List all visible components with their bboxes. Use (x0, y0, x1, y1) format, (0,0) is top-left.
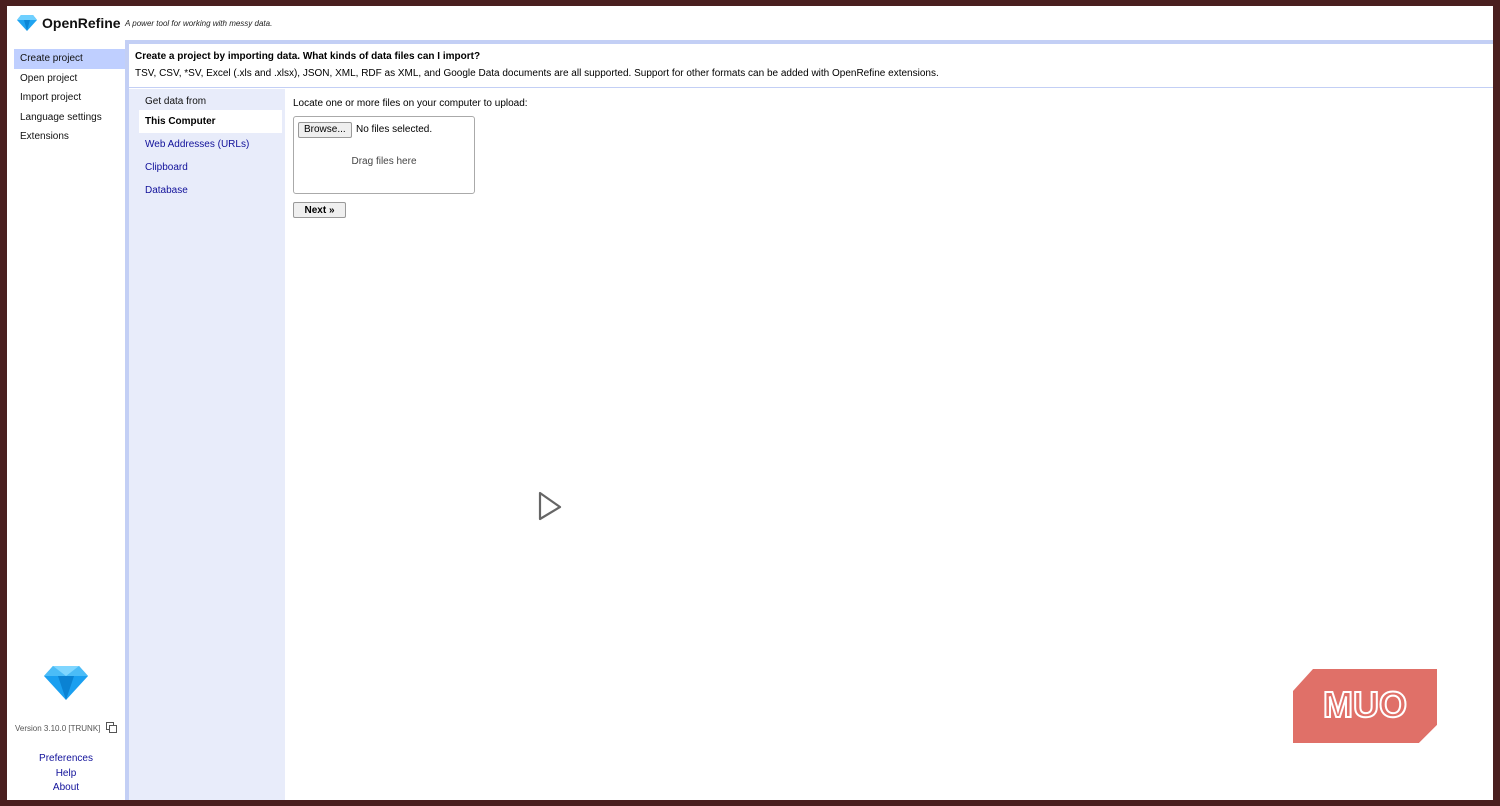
data-source-panel: Get data from This Computer Web Addresse… (129, 89, 285, 800)
sources-heading: Get data from (145, 96, 207, 107)
next-button[interactable]: Next » (293, 202, 346, 218)
tagline: A power tool for working with messy data… (125, 19, 273, 28)
browse-button[interactable]: Browse... (298, 122, 352, 138)
supported-formats-link[interactable]: What kinds of data files can I import? (303, 51, 480, 62)
source-tab-database[interactable]: Database (139, 179, 282, 202)
file-selection-status: No files selected. (356, 124, 433, 135)
source-tab-web-addresses[interactable]: Web Addresses (URLs) (139, 133, 282, 156)
intro-description: TSV, CSV, *SV, Excel (.xls and .xlsx), J… (135, 68, 939, 79)
source-tab-this-computer[interactable]: This Computer (139, 110, 282, 133)
openrefine-logo-icon (44, 666, 88, 703)
intro-heading: Create a project by importing data. (135, 51, 301, 62)
drag-files-hint: Drag files here (351, 156, 417, 167)
help-link[interactable]: Help (7, 767, 125, 782)
app-name: OpenRefine (42, 15, 121, 31)
app-window: OpenRefine A power tool for working with… (7, 6, 1493, 800)
intro-section: Create a project by importing data. What… (129, 44, 1493, 88)
logo[interactable]: OpenRefine (17, 14, 121, 32)
left-navigation: Create project Open project Import proje… (7, 40, 125, 800)
nav-item-extensions[interactable]: Extensions (14, 127, 125, 147)
nav-item-import-project[interactable]: Import project (14, 88, 125, 108)
nav-item-create-project[interactable]: Create project (14, 49, 125, 69)
version-row: Version 3.10.0 [TRUNK] (15, 722, 118, 735)
watermark-text: MUO (1323, 684, 1407, 725)
nav-list: Create project Open project Import proje… (7, 49, 125, 147)
bottom-links: Preferences Help About (7, 752, 125, 796)
source-tab-clipboard[interactable]: Clipboard (139, 156, 282, 179)
muo-watermark: MUO (1293, 669, 1439, 748)
header: OpenRefine A power tool for working with… (7, 6, 1493, 40)
diamond-icon (17, 15, 37, 31)
preferences-link[interactable]: Preferences (7, 752, 125, 767)
intro-title: Create a project by importing data. What… (135, 51, 480, 62)
nav-item-language-settings[interactable]: Language settings (14, 108, 125, 128)
locate-files-label: Locate one or more files on your compute… (293, 98, 528, 109)
version-label: Version 3.10.0 [TRUNK] (15, 724, 101, 733)
about-link[interactable]: About (7, 781, 125, 796)
main-panel: Create a project by importing data. What… (125, 40, 1493, 800)
mouse-pointer-icon (538, 491, 564, 526)
copy-icon[interactable] (106, 722, 118, 735)
file-drop-zone[interactable]: Browse... No files selected. Drag files … (293, 116, 475, 194)
nav-item-open-project[interactable]: Open project (14, 69, 125, 89)
